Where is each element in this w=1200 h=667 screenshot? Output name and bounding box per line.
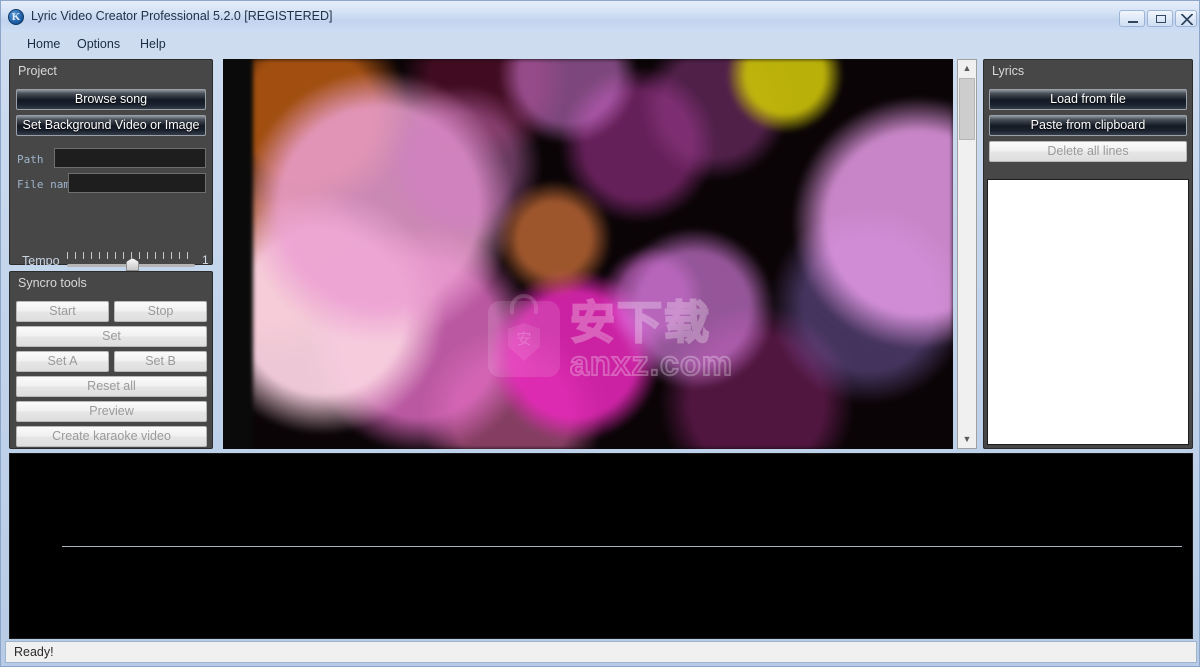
title-bar: K Lyric Video Creator Professional 5.2.0… (1, 1, 1199, 33)
menu-bar: Home Options Help (1, 33, 1199, 55)
menu-item-options[interactable]: Options (71, 36, 126, 53)
start-button[interactable]: Start (16, 301, 109, 322)
scrollbar-up-arrow-icon[interactable]: ▲ (958, 60, 976, 77)
paste-from-clipboard-button[interactable]: Paste from clipboard (989, 115, 1187, 136)
status-bar: Ready! (5, 641, 1197, 663)
tempo-slider-thumb[interactable] (126, 258, 139, 271)
maximize-button[interactable] (1147, 10, 1173, 27)
application-window: K Lyric Video Creator Professional 5.2.0… (0, 0, 1200, 667)
scrollbar-thumb[interactable] (959, 78, 975, 140)
set-a-button[interactable]: Set A (16, 351, 109, 372)
lyrics-panel-title: Lyrics (992, 64, 1025, 78)
stop-button[interactable]: Stop (114, 301, 207, 322)
video-preview-area[interactable] (223, 59, 953, 449)
waveform-baseline (62, 546, 1182, 547)
scrollbar-down-arrow-icon[interactable]: ▼ (958, 431, 976, 448)
syncro-tools-panel: Syncro tools Start Stop Set Set A Set B … (9, 271, 213, 449)
close-button[interactable] (1175, 10, 1197, 27)
project-panel: Project Browse song Set Background Video… (9, 59, 213, 324)
set-b-button[interactable]: Set B (114, 351, 207, 372)
syncro-panel-title: Syncro tools (18, 276, 87, 290)
browse-song-button[interactable]: Browse song (16, 89, 206, 110)
load-from-file-button[interactable]: Load from file (989, 89, 1187, 110)
menu-item-home[interactable]: Home (21, 36, 66, 53)
set-button[interactable]: Set (16, 326, 207, 347)
minimize-button[interactable] (1119, 10, 1145, 27)
window-title: Lyric Video Creator Professional 5.2.0 [… (31, 9, 333, 23)
path-label: Path (17, 153, 44, 166)
create-karaoke-video-button[interactable]: Create karaoke video (16, 426, 207, 447)
delete-all-lines-button[interactable]: Delete all lines (989, 141, 1187, 162)
project-panel-title: Project (18, 64, 57, 78)
path-input[interactable] (54, 148, 206, 168)
set-background-button[interactable]: Set Background Video or Image (16, 115, 206, 136)
maximize-icon (1156, 15, 1166, 23)
video-canvas (253, 59, 953, 449)
minimize-icon (1128, 21, 1138, 23)
tempo-value: 1 (202, 253, 209, 267)
preview-scrollbar[interactable]: ▲ ▼ (957, 59, 977, 449)
waveform-panel[interactable]: 1:1 75% (9, 453, 1193, 639)
menu-item-help[interactable]: Help (134, 36, 172, 53)
lyrics-lines-list[interactable] (987, 179, 1189, 445)
close-icon (1181, 14, 1193, 25)
status-message: Ready! (14, 645, 54, 659)
app-logo-icon: K (8, 9, 24, 25)
file-name-input[interactable] (68, 173, 206, 193)
tempo-label: Tempo (22, 254, 60, 268)
reset-all-button[interactable]: Reset all (16, 376, 207, 397)
preview-button[interactable]: Preview (16, 401, 207, 422)
tempo-ticks (67, 252, 195, 259)
